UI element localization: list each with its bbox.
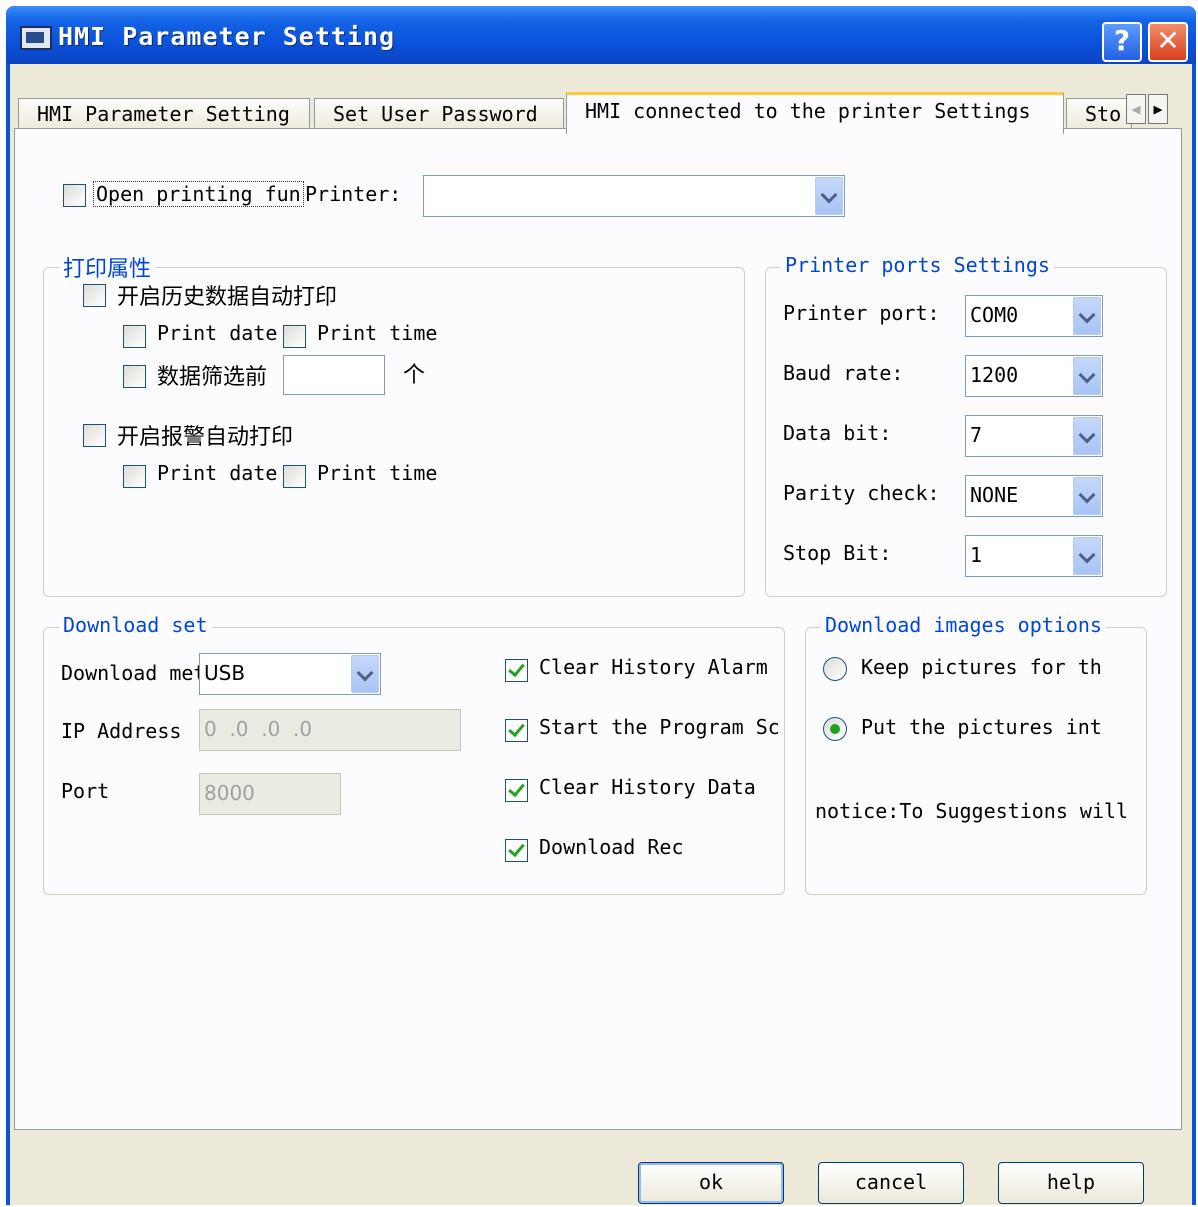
history-print-date-label: Print date <box>157 321 278 345</box>
cancel-button[interactable]: cancel <box>818 1162 964 1204</box>
stop-bit-select[interactable]: 1 <box>965 535 1103 577</box>
chevron-down-icon <box>815 177 843 215</box>
alarm-print-time-label: Print time <box>317 461 438 485</box>
title-bar[interactable]: HMI Parameter Setting ? ✕ <box>6 6 1196 64</box>
dialog-body: HMI Parameter Setting Set User Password … <box>10 64 1192 1205</box>
printer-select[interactable] <box>423 175 845 217</box>
alarm-print-date-checkbox[interactable] <box>123 465 146 488</box>
download-method-select[interactable]: USB <box>199 653 381 695</box>
start-program-checkbox[interactable] <box>505 719 528 742</box>
port-label: Port <box>61 779 110 803</box>
data-bit-select[interactable]: 7 <box>965 415 1103 457</box>
baud-rate-select[interactable]: 1200 <box>965 355 1103 397</box>
chevron-down-icon <box>1073 357 1101 395</box>
history-print-time-checkbox[interactable] <box>283 325 306 348</box>
put-pictures-radio[interactable] <box>823 717 847 741</box>
ok-button[interactable]: ok <box>638 1162 784 1204</box>
printer-port-label: Printer port: <box>783 301 940 325</box>
history-print-date-checkbox[interactable] <box>123 325 146 348</box>
chevron-down-icon <box>1073 537 1101 575</box>
dialog-window: HMI Parameter Setting ? ✕ HMI Parameter … <box>6 6 1196 1205</box>
history-auto-print-label: 开启历史数据自动打印 <box>117 285 338 310</box>
ip-address-label: IP Address <box>61 719 182 743</box>
window-title: HMI Parameter Setting <box>58 22 396 51</box>
open-printing-label: Open printing fun <box>93 181 304 207</box>
app-icon <box>20 26 52 50</box>
parity-check-select[interactable]: NONE <box>965 475 1103 517</box>
chevron-down-icon <box>351 655 379 693</box>
baud-rate-value: 1200 <box>970 363 1019 387</box>
download-rec-label: Download Rec <box>539 835 684 859</box>
download-set-legend: Download set <box>59 613 212 637</box>
tab-sto[interactable]: Sto <box>1066 98 1132 131</box>
open-printing-checkbox[interactable] <box>63 184 86 207</box>
tab-printer-settings[interactable]: HMI connected to the printer Settings <box>566 92 1064 134</box>
tab-scroll-left-icon[interactable]: ◀ <box>1126 94 1146 124</box>
keep-pictures-radio[interactable] <box>823 657 847 681</box>
close-icon[interactable]: ✕ <box>1148 22 1188 62</box>
port-input[interactable]: 8000 <box>199 773 341 815</box>
clear-history-data-label: Clear History Data <box>539 775 756 799</box>
notice-text: notice:To Suggestions will <box>815 799 1129 823</box>
filter-before-label: 数据筛选前 <box>157 365 268 390</box>
ip-address-input[interactable]: 0 .0 .0 .0 <box>199 709 461 751</box>
baud-rate-label: Baud rate: <box>783 361 904 385</box>
tab-scroll-right-icon[interactable]: ▶ <box>1148 94 1168 124</box>
printer-port-select[interactable]: COM0 <box>965 295 1103 337</box>
chevron-down-icon <box>1073 297 1101 335</box>
parity-check-value: NONE <box>970 483 1019 507</box>
clear-history-data-checkbox[interactable] <box>505 779 528 802</box>
alarm-auto-print-label: 开启报警自动打印 <box>117 425 294 450</box>
tab-set-user-password[interactable]: Set User Password <box>314 98 564 131</box>
printer-label: Printer: <box>305 182 402 206</box>
data-bit-value: 7 <box>970 423 983 447</box>
filter-before-checkbox[interactable] <box>123 365 146 388</box>
keep-pictures-label: Keep pictures for th <box>861 655 1102 679</box>
history-auto-print-checkbox[interactable] <box>83 284 106 307</box>
title-help-button[interactable]: ? <box>1102 22 1142 62</box>
put-pictures-label: Put the pictures int <box>861 715 1102 739</box>
tab-page: Open printing fun Printer: 打印属性 开启历史数据自动… <box>14 128 1182 1130</box>
clear-history-alarm-label: Clear History Alarm <box>539 655 768 679</box>
chevron-down-icon <box>1073 417 1101 455</box>
download-method-value: USB <box>204 661 246 685</box>
chevron-down-icon <box>1073 477 1101 515</box>
parity-check-label: Parity check: <box>783 481 940 505</box>
filter-count-input[interactable] <box>283 355 385 395</box>
alarm-print-time-checkbox[interactable] <box>283 465 306 488</box>
data-bit-label: Data bit: <box>783 421 892 445</box>
start-program-label: Start the Program Scr <box>539 715 783 739</box>
printer-ports-legend: Printer ports Settings <box>781 253 1054 277</box>
alarm-auto-print-checkbox[interactable] <box>83 424 106 447</box>
printer-port-value: COM0 <box>970 303 1019 327</box>
clear-history-alarm-checkbox[interactable] <box>505 659 528 682</box>
tab-hmi-parameter-setting[interactable]: HMI Parameter Setting <box>18 98 310 131</box>
stop-bit-label: Stop Bit: <box>783 541 892 565</box>
download-rec-checkbox[interactable] <box>505 839 528 862</box>
download-images-legend: Download images options <box>821 613 1106 637</box>
filter-unit-label: 个 <box>403 363 426 388</box>
download-method-label: Download met <box>61 661 206 685</box>
stop-bit-value: 1 <box>970 543 983 567</box>
history-print-time-label: Print time <box>317 321 438 345</box>
help-button[interactable]: help <box>998 1162 1144 1204</box>
alarm-print-date-label: Print date <box>157 461 278 485</box>
tab-scroll: ◀ ▶ <box>1126 94 1170 128</box>
tab-strip: HMI Parameter Setting Set User Password … <box>14 84 1192 134</box>
